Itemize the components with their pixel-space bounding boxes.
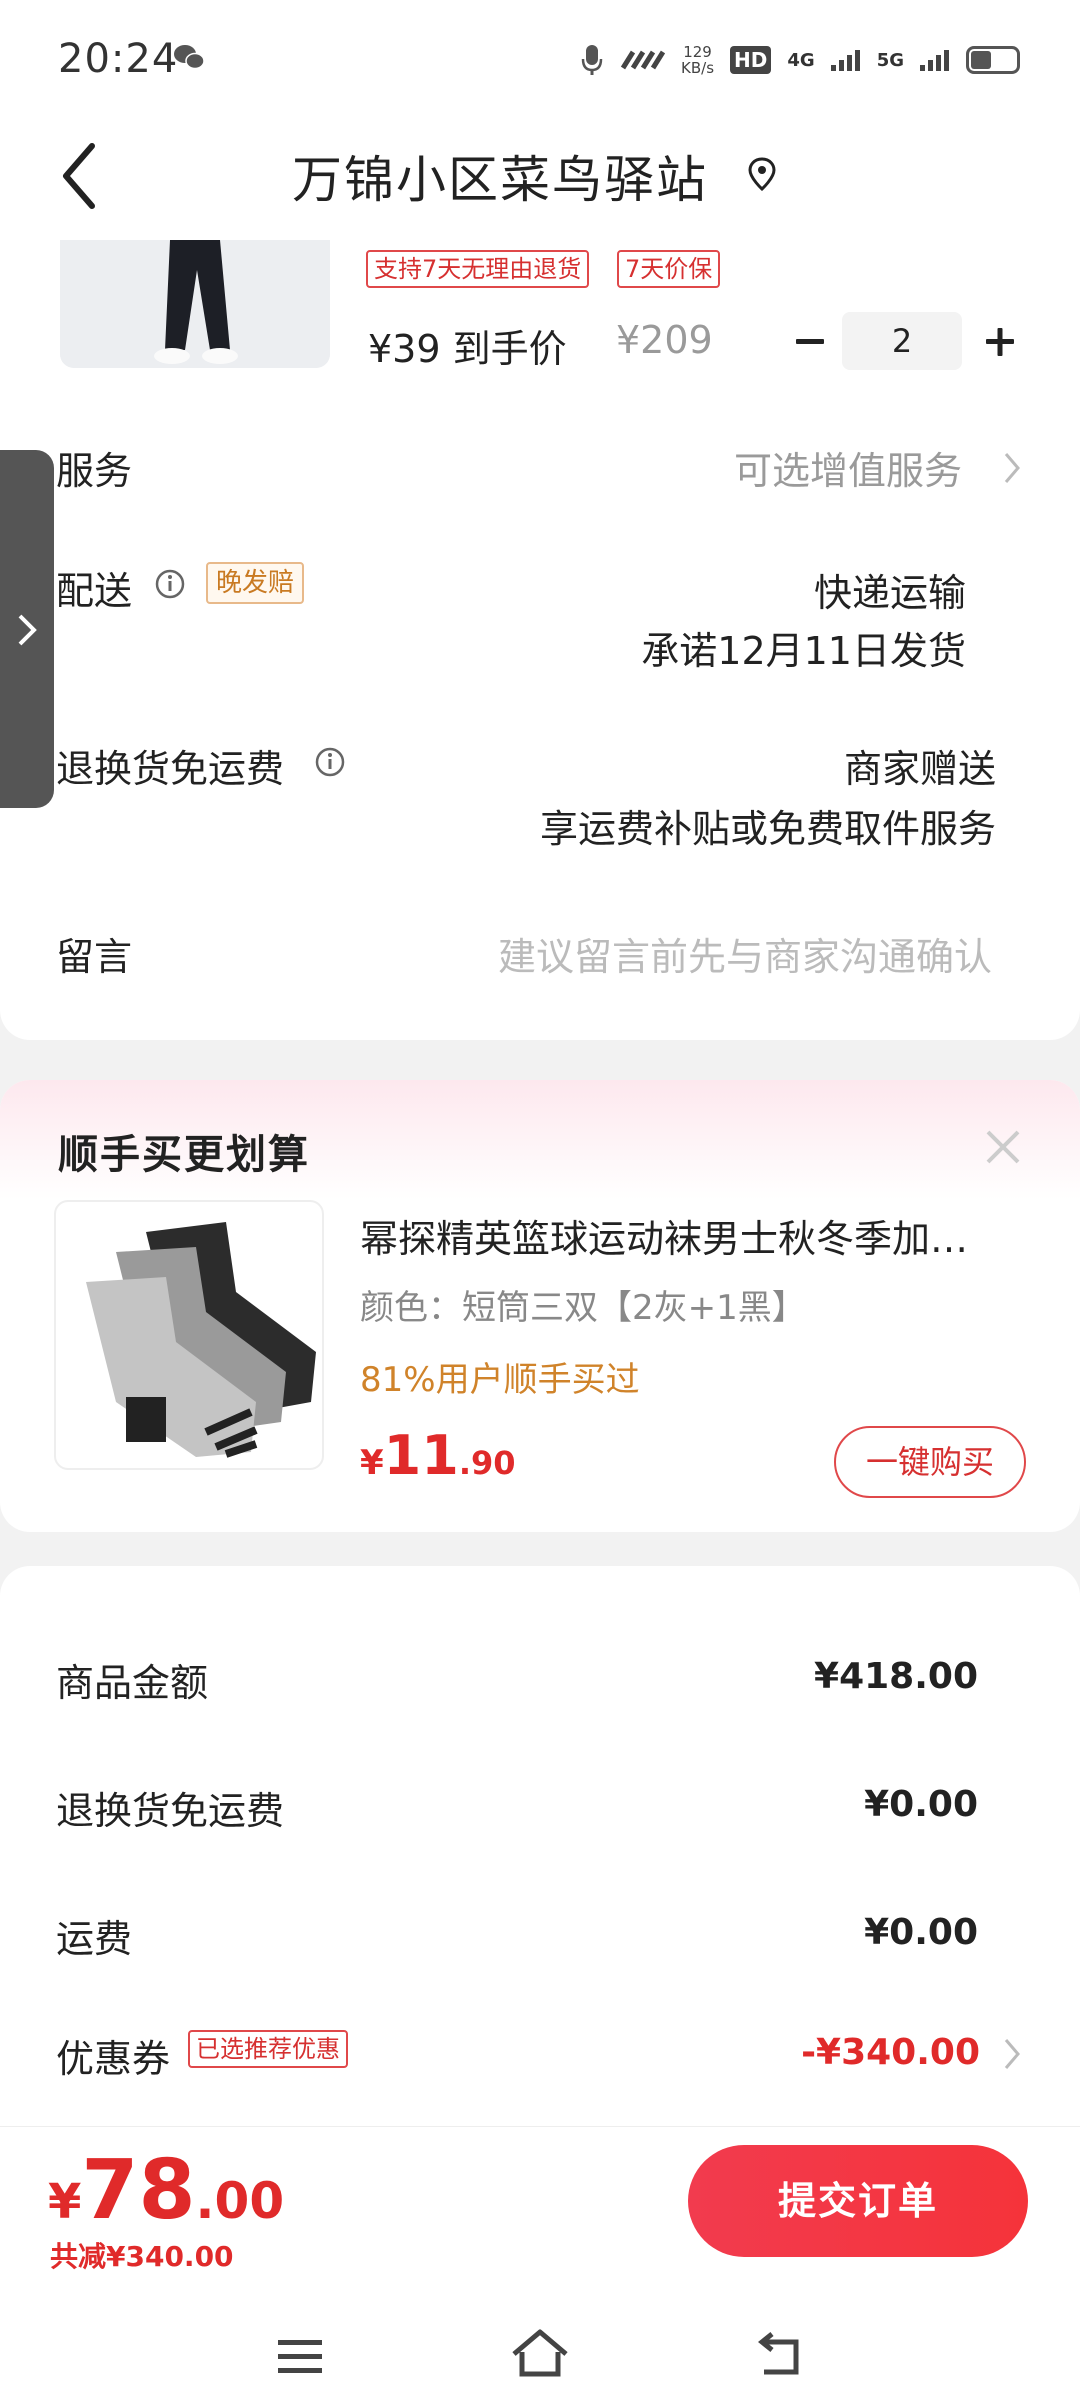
header: 万锦小区菜鸟驿站 xyxy=(0,120,1080,240)
shipping-fee-label: 运费 xyxy=(56,1917,133,1961)
checkout-bar: ¥78.00 共减¥340.00 提交订单 xyxy=(0,2126,1080,2310)
system-nav-bar xyxy=(0,2310,1080,2400)
network-speed: 129 KB/s xyxy=(681,43,715,77)
goods-amount-label: 商品金额 xyxy=(56,1661,209,1705)
status-time: 20:24 xyxy=(58,36,179,82)
delivery-promise: 承诺12月11日发货 xyxy=(641,629,966,673)
wechat-icon xyxy=(174,45,205,70)
status-indicators: 129 KB/s HD 4G 5G xyxy=(581,40,1020,80)
page-title: 万锦小区菜鸟驿站 xyxy=(292,151,708,209)
service-label: 服务 xyxy=(56,449,133,493)
message-input[interactable]: 建议留言前先与商家沟通确认 xyxy=(498,926,992,981)
info-icon[interactable] xyxy=(154,568,186,600)
chevron-right-icon[interactable] xyxy=(1000,448,1024,488)
total-price: ¥78.00 xyxy=(48,2143,285,2238)
chevron-right-icon-side xyxy=(18,614,37,646)
delivery-label: 配送 xyxy=(56,569,133,613)
submit-order-button[interactable]: 提交订单 xyxy=(688,2145,1028,2257)
return-shipping-value: 商家赠送 xyxy=(843,747,996,791)
return-shipping-label: 退换货免运费 xyxy=(56,747,285,791)
socks-image xyxy=(86,1222,316,1458)
quantity-minus-button[interactable] xyxy=(780,312,840,372)
message-label: 留言 xyxy=(56,935,133,979)
recommend-product-image[interactable] xyxy=(54,1200,324,1470)
return-fee-label: 退换货免运费 xyxy=(56,1789,285,1833)
signal-strength-icon xyxy=(620,50,666,70)
close-icon[interactable] xyxy=(980,1124,1026,1170)
recommend-product-spec: 颜色：短筒三双【2灰+1黑】 xyxy=(360,1288,806,1328)
location-pin-icon[interactable] xyxy=(744,156,780,192)
order-detail-card: 支持7天无理由退货 7天价保 ¥39 到手价 ¥209 2 服务 可选增值服务 … xyxy=(0,240,1080,1040)
one-click-buy-button[interactable]: 一键购买 xyxy=(834,1426,1026,1498)
info-icon-2[interactable] xyxy=(314,746,346,778)
price-summary-card: 商品金额 ¥418.00 退换货免运费 ¥0.00 运费 ¥0.00 优惠券 已… xyxy=(0,1566,1080,2126)
status-bar: 20:24 129 KB/s HD 4G 5G xyxy=(0,0,1080,120)
microphone-icon xyxy=(581,45,603,75)
recommend-buy-ratio: 81%用户顺手买过 xyxy=(360,1360,640,1400)
shipping-fee-value: ¥0.00 xyxy=(864,1912,978,1953)
network-4g-indicator: 4G xyxy=(787,49,815,71)
product-pants-image xyxy=(60,240,330,368)
final-price: ¥39 到手价 xyxy=(368,327,567,371)
recommend-card: 顺手买更划算 幂探精英篮球运动袜男士秋冬季加厚毛巾底 颜色：短筒三双【2灰+1黑… xyxy=(0,1080,1080,1532)
hd-indicator: HD xyxy=(730,46,772,74)
cell-signal-icon xyxy=(830,50,860,71)
quantity-input[interactable]: 2 xyxy=(842,312,962,370)
side-drawer-handle[interactable] xyxy=(0,450,54,808)
cell-signal-icon-2 xyxy=(920,50,949,71)
product-thumbnail[interactable] xyxy=(60,240,330,368)
battery-icon xyxy=(966,46,1020,74)
quantity-plus-button[interactable] xyxy=(970,312,1030,372)
service-value[interactable]: 可选增值服务 xyxy=(734,440,962,495)
total-discount: 共减¥340.00 xyxy=(50,2240,234,2273)
coupon-recommended-tag: 已选推荐优惠 xyxy=(188,2030,348,2068)
coupon-label: 优惠券 xyxy=(56,2037,171,2081)
return-policy-tag: 支持7天无理由退货 xyxy=(366,250,590,288)
recommend-price: ¥11.90 xyxy=(360,1424,516,1487)
recommend-title: 顺手买更划算 xyxy=(58,1132,310,1178)
delivery-method: 快递运输 xyxy=(813,571,966,615)
coupon-value[interactable]: -¥340.00 xyxy=(801,2032,980,2073)
original-price: ¥209 xyxy=(616,318,713,362)
return-fee-value: ¥0.00 xyxy=(864,1784,978,1825)
menu-icon[interactable] xyxy=(270,2326,330,2386)
goods-amount-value: ¥418.00 xyxy=(814,1656,978,1697)
late-compensation-badge: 晚发赔 xyxy=(206,562,305,604)
recommend-product-name[interactable]: 幂探精英篮球运动袜男士秋冬季加厚毛巾底 xyxy=(360,1208,1000,1263)
return-shipping-desc: 享运费补贴或免费取件服务 xyxy=(539,807,996,851)
chevron-right-icon-coupon[interactable] xyxy=(1000,2034,1024,2074)
home-icon[interactable] xyxy=(508,2322,572,2386)
price-protect-tag: 7天价保 xyxy=(617,250,721,288)
back-nav-icon[interactable] xyxy=(750,2324,810,2384)
network-5g-indicator: 5G xyxy=(876,49,904,71)
